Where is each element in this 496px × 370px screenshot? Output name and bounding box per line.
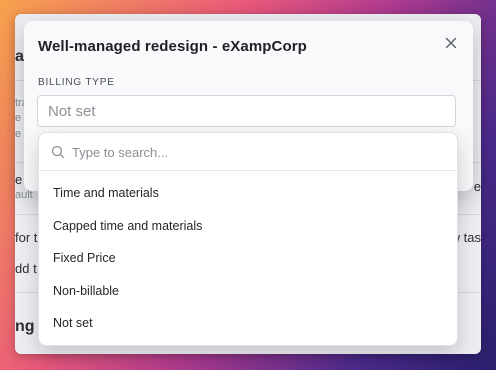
options-list: Time and materials Capped time and mater… [39,177,457,340]
option-fixed-price[interactable]: Fixed Price [39,242,457,275]
background-heading-fragment: a [15,48,24,65]
option-capped-time-and-materials[interactable]: Capped time and materials [39,210,457,243]
billing-type-value: Not set [48,102,96,120]
billing-type-label: BILLING TYPE [38,77,115,88]
close-icon [445,37,457,49]
close-button[interactable] [443,35,459,51]
background-text-fragment: dd t [15,261,37,276]
dropdown-search-row [39,133,457,171]
option-not-set[interactable]: Not set [39,307,457,340]
billing-type-dropdown: Time and materials Capped time and mater… [38,132,458,346]
background-text-fragment: for t [15,230,38,245]
option-time-and-materials[interactable]: Time and materials [39,177,457,210]
modal-title: Well-managed redesign - eXampCorp [38,38,307,55]
search-icon [51,145,65,159]
background-text-fragment: e [15,128,22,140]
background-text-fragment: e [473,179,481,194]
option-non-billable[interactable]: Non-billable [39,275,457,308]
background-text-fragment: e [15,112,22,124]
background-heading-fragment: ng [15,318,35,335]
search-input[interactable] [70,141,444,163]
billing-type-select[interactable]: Not set [37,95,456,127]
background-text-fragment: e [15,172,23,187]
